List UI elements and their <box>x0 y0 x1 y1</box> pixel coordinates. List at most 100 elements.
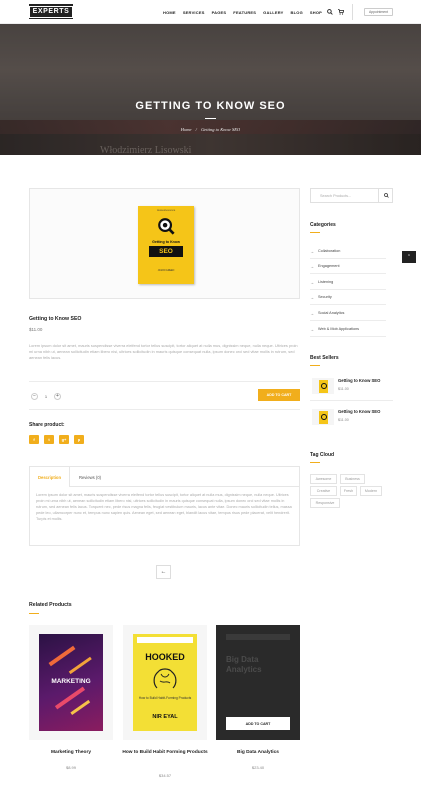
divider <box>29 381 300 382</box>
nav-features[interactable]: FEATURES <box>233 10 256 15</box>
nav-shop[interactable]: SHOP <box>310 10 322 15</box>
best-seller-price: $11.00 <box>338 387 349 391</box>
product-price: $11.00 <box>29 327 43 332</box>
related-product-card[interactable]: MARKETING <box>29 625 113 740</box>
category-item[interactable]: → Web & Mob Applications <box>310 322 386 337</box>
product-title: Getting to Know SEO <box>29 316 82 322</box>
tag-cloud-underline <box>310 462 320 463</box>
category-label: Engagement <box>318 264 340 268</box>
related-product-card[interactable]: HOOKED How to Build Habit-Forming Produc… <box>123 625 207 740</box>
tab-reviews[interactable]: Reviews (0) <box>70 467 110 487</box>
add-to-cart-button[interactable]: ADD TO CART <box>258 389 300 401</box>
categories-underline <box>310 232 320 233</box>
related-product-card[interactable]: Big Data Analytics ADD TO CART <box>216 625 300 740</box>
nav-pages[interactable]: PAGES <box>212 10 227 15</box>
nav-home[interactable]: HOME <box>163 10 176 15</box>
best-seller-title[interactable]: Getting to Know SEO <box>338 409 380 414</box>
best-sellers-title: Best Sellers <box>310 355 339 361</box>
facebook-icon[interactable]: f <box>29 435 39 444</box>
product-image-box: PENGUIN BOOKS Getting to Know SEO JASON … <box>29 188 300 299</box>
search-input[interactable] <box>311 189 375 202</box>
product-short-description: Lorem ipsum dolor sit amet, mauris suspe… <box>29 343 298 361</box>
hero-title-underline <box>205 118 216 119</box>
breadcrumb: Home / Getting to Know SEO <box>0 127 421 132</box>
search-icon <box>383 193 389 198</box>
arrow-left-icon: ← <box>160 569 167 575</box>
book-thumb-icon <box>318 410 328 424</box>
quantity-decrease-button[interactable]: − <box>31 392 38 400</box>
nav-divider <box>352 4 353 20</box>
cover-author: JASON GREEN <box>157 270 175 272</box>
quantity-increase-button[interactable]: + <box>53 392 61 400</box>
tabs-header: Description Reviews (0) <box>30 467 299 487</box>
google-plus-icon[interactable]: g+ <box>59 435 69 444</box>
quantity-value[interactable]: 1 <box>45 394 47 399</box>
twitter-icon[interactable]: t <box>44 435 54 444</box>
tag-item[interactable]: Awesome <box>310 474 337 484</box>
category-item[interactable]: → Listening <box>310 275 386 290</box>
tag-item[interactable]: Creative <box>310 486 337 496</box>
product-cover-image[interactable]: PENGUIN BOOKS Getting to Know SEO JASON … <box>138 206 194 284</box>
tag-item[interactable]: Business <box>340 474 365 484</box>
category-item[interactable]: → Engagement <box>310 259 386 274</box>
categories-title: Categories <box>310 222 336 228</box>
category-item[interactable]: → Social Analytics <box>310 306 386 321</box>
breadcrumb-current: Getting to Know SEO <box>201 127 241 132</box>
category-label: Web & Mob Applications <box>318 327 360 331</box>
previous-product-button[interactable]: ← <box>156 565 171 579</box>
best-seller-item[interactable]: Getting to Know SEO $11.00 <box>310 409 393 429</box>
search-box <box>310 188 393 203</box>
tab-description[interactable]: Description <box>30 467 70 487</box>
pinterest-icon[interactable]: p <box>74 435 84 444</box>
divider <box>29 409 300 410</box>
tag-item[interactable]: Fresh <box>340 486 357 496</box>
search-icon[interactable] <box>325 7 335 17</box>
share-label: Share product: <box>29 422 65 428</box>
share-icons: f t g+ p <box>29 435 89 444</box>
cover-banner <box>137 637 193 643</box>
category-item[interactable]: → Security <box>310 290 386 305</box>
cover-author: NIR EYAL <box>152 714 178 720</box>
nav-services[interactable]: SERVICES <box>183 10 205 15</box>
related-product-title[interactable]: How to Build Habit Forming Products <box>120 749 210 756</box>
cover-publisher: PENGUIN BOOKS <box>156 210 176 212</box>
page-hero: Włodzimierz Lisowski GETTING TO KNOW SEO… <box>0 24 421 155</box>
arrow-right-icon: → <box>310 294 314 300</box>
tag-item[interactable]: Modern <box>360 486 382 496</box>
book-thumb-icon <box>318 379 328 393</box>
product-cover-image: HOOKED How to Build Habit-Forming Produc… <box>133 634 197 731</box>
hero-overlay <box>0 24 421 155</box>
related-product-title[interactable]: Marketing Theory <box>26 749 116 756</box>
related-title-underline <box>29 613 39 614</box>
cover-subtitle: How to Build Habit-Forming Products <box>138 696 192 700</box>
arrow-right-icon: → <box>310 263 314 269</box>
best-seller-title[interactable]: Getting to Know SEO <box>338 378 380 383</box>
category-label: Security <box>318 295 332 299</box>
nav-blog[interactable]: BLOG <box>291 10 303 15</box>
search-button[interactable] <box>378 189 393 202</box>
appointment-button[interactable]: Appointment <box>364 8 393 16</box>
scroll-to-top-button[interactable]: ⌃ <box>402 251 416 263</box>
category-item[interactable]: → Collaboration <box>310 244 386 259</box>
product-tabs: Description Reviews (0) Lorem ipsum dolo… <box>29 466 300 546</box>
tag-item[interactable]: Responsive <box>310 498 340 508</box>
quantity-stepper: − 1 + <box>31 392 61 400</box>
breadcrumb-home[interactable]: Home <box>181 127 192 132</box>
related-product-price: $34.57 <box>158 773 172 778</box>
product-cover-image: MARKETING <box>39 634 103 731</box>
main-nav: HOME SERVICES PAGES FEATURES GALLERY BLO… <box>163 0 329 24</box>
related-product-title[interactable]: Big Data Analytics <box>213 749 303 756</box>
arrow-right-icon: → <box>310 279 314 285</box>
cart-icon[interactable] <box>336 7 346 17</box>
site-logo[interactable]: EXPERTS <box>28 4 74 19</box>
related-products-title: Related Products <box>29 602 72 608</box>
cover-banner <box>226 634 290 640</box>
best-sellers-underline <box>310 365 320 366</box>
chevron-up-icon: ⌃ <box>406 254 412 260</box>
add-to-cart-button[interactable]: ADD TO CART <box>226 717 290 730</box>
cover-title: HOOKED <box>145 652 185 662</box>
nav-gallery[interactable]: GALLERY <box>263 10 283 15</box>
best-seller-thumb <box>312 409 334 425</box>
best-seller-item[interactable]: Getting to Know SEO $11.00 <box>310 378 393 398</box>
site-header: EXPERTS HOME SERVICES PAGES FEATURES GAL… <box>0 0 421 24</box>
